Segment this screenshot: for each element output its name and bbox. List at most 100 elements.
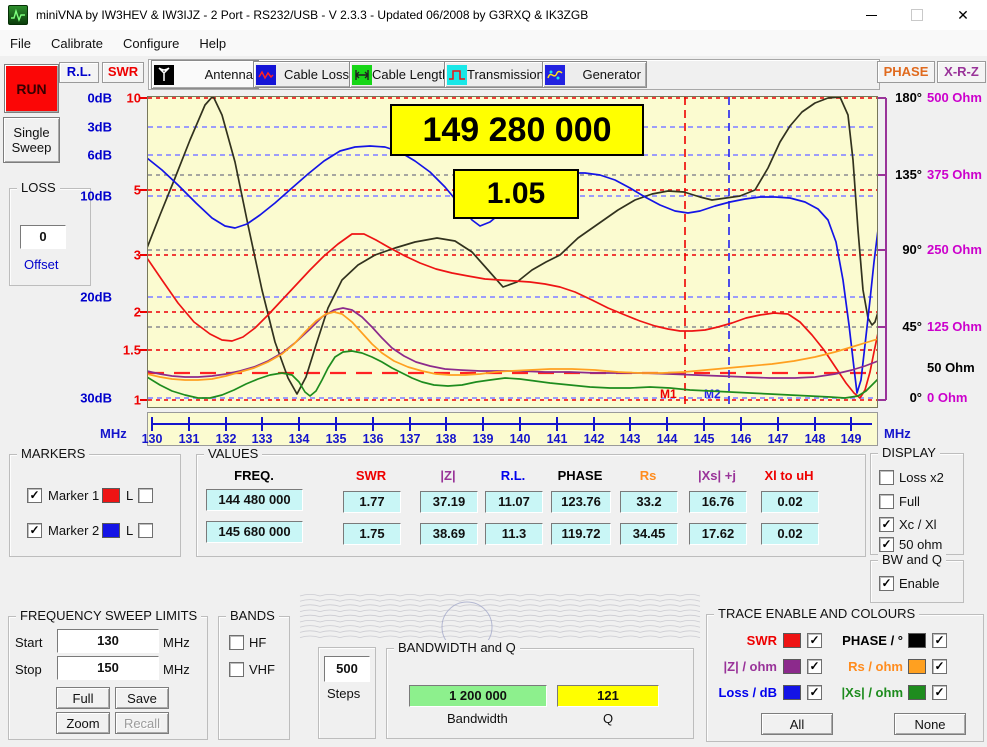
marker2-checkbox[interactable]: ✓ — [27, 523, 42, 538]
start-freq-input[interactable]: 130 — [57, 629, 159, 653]
right-axis-row: 180° 500 Ohm — [890, 90, 986, 106]
cable-loss-icon — [256, 65, 276, 85]
swr-mode-box[interactable]: SWR — [102, 62, 144, 83]
trace-z-label: |Z| / ohm — [711, 659, 777, 674]
vhf-checkbox[interactable] — [229, 662, 244, 677]
menu-item[interactable]: Help — [189, 30, 236, 56]
swr-axis-label: 5 — [112, 183, 141, 198]
xc-xl-checkbox[interactable]: ✓ — [879, 517, 894, 532]
save-button[interactable]: Save — [115, 687, 169, 709]
ohm-scale-label: 500 Ohm — [927, 90, 982, 106]
vhf-label: VHF — [249, 662, 275, 677]
x-axis-tick-label: 145 — [694, 432, 715, 446]
value-cell-freq: 145 680 000 — [206, 521, 303, 543]
values-column-header: R.L. — [501, 468, 526, 483]
hf-label: HF — [249, 635, 266, 650]
trace-swr-swatch[interactable] — [783, 633, 801, 648]
x-axis-tick-label: 141 — [547, 432, 568, 446]
menu-item[interactable]: File — [0, 30, 41, 56]
value-cell-z: 37.19 — [420, 491, 478, 513]
values-column-header: |Xs| +j — [698, 468, 736, 483]
sweep-limits-legend: FREQUENCY SWEEP LIMITS — [16, 608, 201, 623]
values-column-header: SWR — [356, 468, 386, 483]
maximize-button[interactable] — [894, 0, 940, 30]
tab-antenna[interactable]: Antenna — [151, 60, 259, 89]
steps-group: 500 Steps — [318, 647, 376, 739]
value-cell-swr: 1.77 — [343, 491, 401, 513]
marker1-color-swatch[interactable] — [102, 488, 120, 503]
trace-xs-swatch[interactable] — [908, 685, 926, 700]
x-axis-tick-label: 135 — [326, 432, 347, 446]
zoom-button[interactable]: Zoom — [56, 712, 110, 734]
run-button[interactable]: RUN — [4, 64, 59, 113]
recall-button[interactable]: Recall — [115, 712, 169, 734]
maximize-icon — [911, 9, 923, 21]
tab-cable-length[interactable]: Cable Length — [349, 61, 451, 88]
right-axis-row: 0° 0 Ohm — [890, 390, 986, 406]
trace-all-button[interactable]: All — [761, 713, 833, 735]
trace-z-checkbox[interactable]: ✓ — [807, 659, 822, 674]
trace-phase-swatch[interactable] — [908, 633, 926, 648]
trace-z-swatch[interactable] — [783, 659, 801, 674]
value-cell-rl: 11.07 — [485, 491, 543, 513]
x-axis-tick-label: 137 — [400, 432, 421, 446]
marker-label-M2: M2 — [704, 387, 721, 401]
menu-item[interactable]: Configure — [113, 30, 189, 56]
full-sweep-button[interactable]: Full — [56, 687, 110, 709]
50ohm-checkbox[interactable]: ✓ — [879, 537, 894, 552]
steps-input[interactable]: 500 — [324, 656, 370, 682]
bwq-enable-checkbox[interactable]: ✓ — [879, 576, 894, 591]
marker2-l-label: L — [126, 523, 133, 538]
marker2-color-swatch[interactable] — [102, 523, 120, 538]
steps-label: Steps — [327, 686, 360, 701]
values-column-header: |Z| — [440, 468, 455, 483]
trace-rs-checkbox[interactable]: ✓ — [932, 659, 947, 674]
close-button[interactable]: ✕ — [940, 0, 986, 30]
bandwidth-group: BANDWIDTH and Q 1 200 000 Bandwidth 121 … — [386, 648, 694, 739]
x-axis-tick-label: 139 — [473, 432, 494, 446]
value-cell-rs: 33.2 — [620, 491, 678, 513]
phase-scale-label: 90° — [890, 242, 922, 258]
trace-loss-swatch[interactable] — [783, 685, 801, 700]
trace-enable-group: TRACE ENABLE AND COLOURS SWR ✓ PHASE / °… — [706, 614, 984, 742]
tab-transmission[interactable]: Transmission — [444, 61, 549, 88]
hf-checkbox[interactable] — [229, 635, 244, 650]
menu-item[interactable]: Calibrate — [41, 30, 113, 56]
value-cell-xl: 0.02 — [761, 523, 819, 545]
single-sweep-button[interactable]: Single Sweep — [3, 117, 60, 163]
trace-enable-legend: TRACE ENABLE AND COLOURS — [714, 606, 919, 621]
marker1-l-checkbox[interactable] — [138, 488, 153, 503]
swr-axis-label: 3 — [112, 248, 141, 263]
marker1-checkbox[interactable]: ✓ — [27, 488, 42, 503]
cable-length-icon — [352, 65, 372, 85]
db-axis-label: 0dB — [70, 91, 112, 106]
swr-axis-label: 1 — [112, 393, 141, 408]
value-cell-freq: 144 480 000 — [206, 489, 303, 511]
x-axis-tick-label: 149 — [841, 432, 862, 446]
phase-mode-box[interactable]: PHASE — [877, 61, 935, 83]
trace-swr-checkbox[interactable]: ✓ — [807, 633, 822, 648]
trace-xs-checkbox[interactable]: ✓ — [932, 685, 947, 700]
phase-scale-label: 0° — [890, 390, 922, 406]
values-legend: VALUES — [204, 446, 262, 461]
tab-generator[interactable]: Generator — [542, 61, 647, 88]
tab-label: Cable Loss — [284, 67, 349, 82]
xrz-mode-box[interactable]: X-R-Z — [937, 61, 986, 83]
trace-rs-swatch[interactable] — [908, 659, 926, 674]
db-axis-label: 10dB — [70, 189, 112, 204]
trace-none-button[interactable]: None — [894, 713, 966, 735]
loss-offset-input[interactable]: 0 — [20, 225, 66, 249]
x-axis-tick-label: 142 — [584, 432, 605, 446]
bands-group: BANDS HF VHF — [218, 616, 290, 740]
minimize-button[interactable] — [848, 0, 894, 30]
loss-x2-checkbox[interactable] — [879, 470, 894, 485]
tab-cable-loss[interactable]: Cable Loss — [253, 61, 355, 88]
stop-freq-input[interactable]: 150 — [57, 656, 159, 680]
x-axis-tick-label: 132 — [216, 432, 237, 446]
rl-mode-box[interactable]: R.L. — [59, 62, 99, 83]
trace-phase-checkbox[interactable]: ✓ — [932, 633, 947, 648]
full-checkbox[interactable] — [879, 494, 894, 509]
x-axis-tick-label: 147 — [768, 432, 789, 446]
trace-loss-checkbox[interactable]: ✓ — [807, 685, 822, 700]
marker2-l-checkbox[interactable] — [138, 523, 153, 538]
